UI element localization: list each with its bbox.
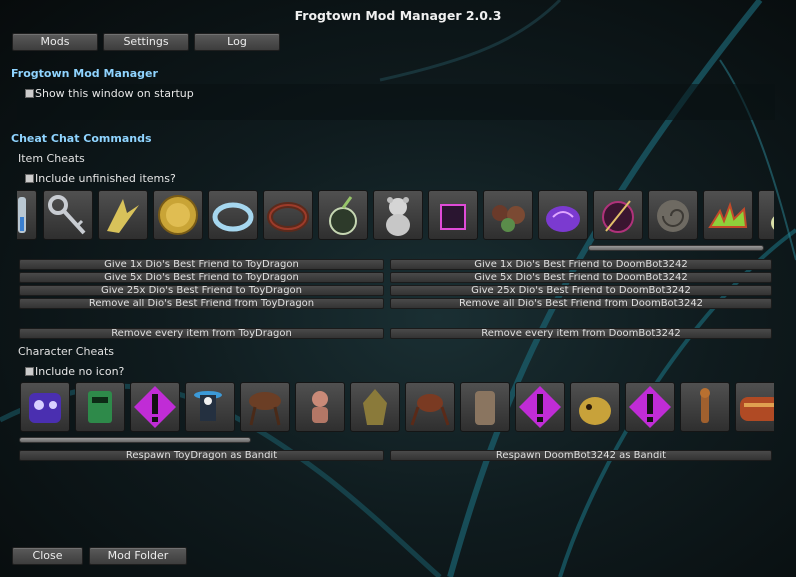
character-tile[interactable] [405,382,455,432]
cheats-section-header: Cheat Chat Commands [11,132,152,145]
stone-golem-icon [475,391,495,425]
character-tile[interactable] [240,382,290,432]
item-tile[interactable] [208,190,258,240]
item-tile[interactable] [483,190,533,240]
bandit-icon [194,391,222,421]
unfinished-items-label: Include unfinished items? [35,172,176,185]
remove-every-item-toydragon-button[interactable]: Remove every item from ToyDragon [19,328,384,339]
character-tile[interactable] [75,382,125,432]
spider-icon [410,394,450,426]
dark-cube-icon [440,204,466,230]
wisp-beast-icon [579,397,611,425]
duck-icon [771,216,774,230]
no-icon-label: Include no icon? [35,365,125,378]
imp-icon [312,391,328,423]
character-cheats-subheader: Character Cheats [18,345,115,358]
item-strip-scrollbar[interactable] [588,245,764,251]
tab-log[interactable]: Log [194,33,280,51]
brain-icon [546,206,580,232]
item-tile[interactable] [153,190,203,240]
lemurian-icon [700,388,710,423]
bug-machine-icon [740,397,774,421]
give-25x-doombot-button[interactable]: Give 25x Dio's Best Friend to DoomBot324… [390,285,772,296]
character-tile[interactable] [680,382,730,432]
remove-all-toydragon-button[interactable]: Remove all Dio's Best Friend from ToyDra… [19,298,384,309]
missing-icon [629,386,671,428]
give-1x-doombot-button[interactable]: Give 1x Dio's Best Friend to DoomBot3242 [390,259,772,270]
tab-settings[interactable]: Settings [103,33,189,51]
character-tile[interactable] [570,382,620,432]
item-tile[interactable] [703,190,753,240]
missing-icon [519,386,561,428]
ring-icon [212,202,254,232]
respawn-doombot-button[interactable]: Respawn DoomBot3242 as Bandit [390,450,772,461]
respawn-toydragon-button[interactable]: Respawn ToyDragon as Bandit [19,450,384,461]
item-tile[interactable] [98,190,148,240]
bomb-icon [329,196,357,235]
character-tile[interactable] [350,382,400,432]
give-25x-toydragon-button[interactable]: Give 25x Dio's Best Friend to ToyDragon [19,285,384,296]
no-icon-checkbox[interactable] [25,367,34,376]
item-tile[interactable] [17,190,37,240]
purple-robot-icon [29,393,61,423]
missing-icon [134,386,176,428]
item-tile[interactable] [538,190,588,240]
give-5x-toydragon-button[interactable]: Give 5x Dio's Best Friend to ToyDragon [19,272,384,283]
character-strip [20,382,774,434]
gold-coin-icon [158,195,198,235]
antler-icon [708,201,748,228]
character-tile[interactable] [625,382,675,432]
character-strip-scrollbar[interactable] [19,437,251,443]
bracelet-icon [267,202,309,232]
item-tile[interactable] [593,190,643,240]
item-tile[interactable] [648,190,698,240]
item-tile[interactable] [263,190,313,240]
startup-toggle-label: Show this window on startup [35,87,194,100]
green-robot-icon [88,391,112,423]
golem-icon [363,389,387,425]
fungus-icon [492,205,525,232]
item-cheats-subheader: Item Cheats [18,152,85,165]
tooth-icon [107,199,139,233]
syringe-icon [18,197,26,233]
beetle-icon [249,392,281,426]
tab-mods[interactable]: Mods [12,33,98,51]
remove-all-doombot-button[interactable]: Remove all Dio's Best Friend from DoomBo… [390,298,772,309]
window-title: Frogtown Mod Manager 2.0.3 [294,8,502,23]
item-tile[interactable] [373,190,423,240]
teddy-bear-icon [386,197,410,236]
item-strip [17,190,774,242]
give-5x-doombot-button[interactable]: Give 5x Dio's Best Friend to DoomBot3242 [390,272,772,283]
close-button[interactable]: Close [12,547,83,565]
startup-checkbox[interactable] [25,89,34,98]
key-icon [48,195,86,235]
character-tile[interactable] [20,382,70,432]
character-tile[interactable] [130,382,180,432]
item-tile[interactable] [428,190,478,240]
character-tile[interactable] [460,382,510,432]
item-tile[interactable] [43,190,93,240]
character-tile[interactable] [735,382,774,432]
general-section-header: Frogtown Mod Manager [11,67,158,80]
character-tile[interactable] [515,382,565,432]
orb-icon [602,200,634,233]
character-tile[interactable] [295,382,345,432]
item-tile[interactable] [758,190,774,240]
remove-every-item-doombot-button[interactable]: Remove every item from DoomBot3242 [390,328,772,339]
mod-folder-button[interactable]: Mod Folder [89,547,187,565]
character-tile[interactable] [185,382,235,432]
unfinished-items-checkbox[interactable] [25,174,34,183]
item-tile[interactable] [318,190,368,240]
fossil-icon [657,200,689,232]
give-1x-toydragon-button[interactable]: Give 1x Dio's Best Friend to ToyDragon [19,259,384,270]
